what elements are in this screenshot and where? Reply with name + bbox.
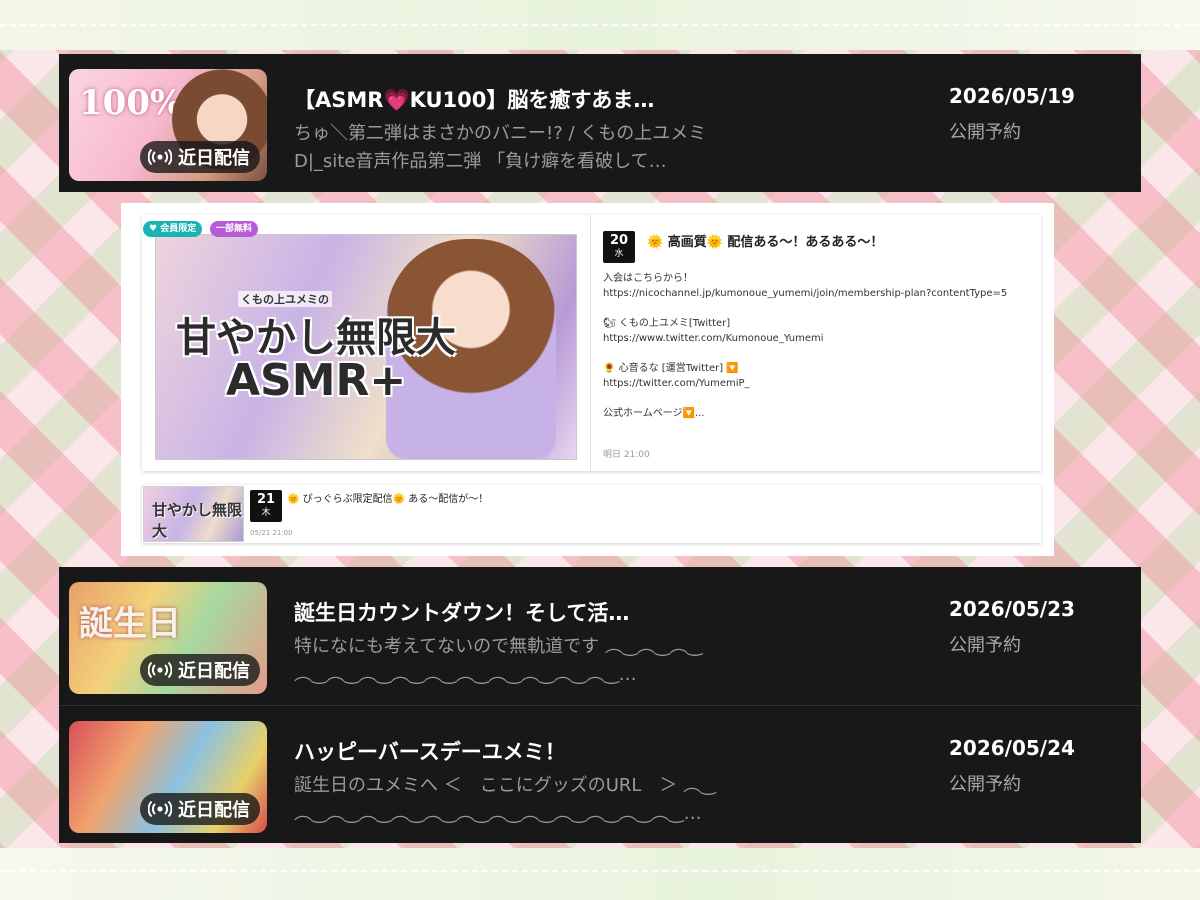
- video-thumbnail[interactable]: 100% 近日配信: [69, 69, 267, 181]
- upcoming-stream-card[interactable]: 甘やかし無限大 21 木 🌞 ぴっぐらぶ限定配信🌞 ある〜配信が〜！ 05/21…: [142, 485, 1041, 543]
- scheduled-date: 2026/05/24: [949, 736, 1075, 760]
- date-weekday: 木: [261, 508, 271, 518]
- scheduled-video-row[interactable]: 近日配信 ハッピーバースデーユメミ！ 誕生日のユメミへ ＜ ここにグッズのURL…: [59, 705, 1141, 844]
- video-description: ちゅ＼第二弾はまさかのバニー!? / くもの上ユメミD|_site音声作品第二弾…: [294, 123, 707, 172]
- live-badge-label: 近日配信: [178, 661, 250, 682]
- scheduled-list-bottom: 誕生日 近日配信 誕生日カウントダウン！そして活… 特になにも考えてないので無軌…: [59, 567, 1141, 843]
- stream-time: 明日 21:00: [603, 450, 650, 460]
- video-title[interactable]: 誕生日カウントダウン！そして活…: [294, 597, 894, 627]
- partially-free-badge: 一部無料: [210, 221, 259, 237]
- upcoming-stream-title[interactable]: 🌞 ぴっぐらぶ限定配信🌞 ある〜配信が〜！: [287, 490, 488, 505]
- scheduled-status: 公開予約: [949, 122, 1021, 143]
- live-badge: 近日配信: [140, 793, 260, 825]
- hero-logo-line2: ASMR+: [226, 355, 407, 406]
- background-decoration-bottom: [0, 848, 1200, 900]
- background-decoration-top: [0, 0, 1200, 50]
- video-description: 特になにも考えてないので無軌道です ︵‿︵‿︵‿︵‿︵‿︵‿︵‿︵‿︵‿︵‿︵‿…: [294, 636, 703, 685]
- card-divider: [590, 215, 591, 471]
- member-only-badge: ♥ 会員限定: [143, 221, 203, 237]
- broadcast-icon: [148, 661, 172, 679]
- embedded-schedule-card: くもの上ユメミの 甘やかし無限大 ASMR+ ♥ 会員限定 一部無料 20 水 …: [121, 203, 1054, 556]
- scheduled-date: 2026/05/23: [949, 597, 1075, 621]
- upcoming-stream-thumbnail[interactable]: 甘やかし無限大: [143, 486, 244, 542]
- video-thumbnail[interactable]: 誕生日 近日配信: [69, 582, 267, 694]
- video-title[interactable]: ハッピーバースデーユメミ！: [294, 736, 894, 766]
- thumbnail-text: 誕生日: [79, 604, 181, 644]
- scheduled-date: 2026/05/19: [949, 84, 1075, 108]
- date-weekday: 水: [614, 249, 624, 259]
- video-description: 誕生日のユメミへ ＜ ここにグッズのURL ＞ ︵‿︵‿︵‿︵‿︵‿︵‿︵‿︵‿…: [294, 775, 716, 824]
- scheduled-video-row[interactable]: 誕生日 近日配信 誕生日カウントダウン！そして活… 特になにも考えてないので無軌…: [59, 567, 1141, 705]
- date-box: 20 水: [603, 231, 635, 263]
- broadcast-icon: [148, 800, 172, 818]
- upcoming-stream-time: 05/21 21:00: [250, 529, 293, 537]
- upcoming-thumbnail-text: 甘やかし無限大: [152, 501, 243, 540]
- featured-stream-thumbnail[interactable]: くもの上ユメミの 甘やかし無限大 ASMR+: [155, 234, 577, 460]
- stream-title[interactable]: 🌞 高画質🌞 配信ある〜！あるある〜！: [647, 231, 883, 250]
- video-title[interactable]: 【ASMR💗KU100】脳を癒すあま…: [294, 84, 894, 114]
- stream-description: 入会はこちらから！ https://nicochannel.jp/kumonou…: [603, 273, 1008, 419]
- date-box: 21 木: [250, 490, 282, 522]
- scheduled-status: 公開予約: [949, 635, 1021, 656]
- live-badge-label: 近日配信: [178, 800, 250, 821]
- member-only-label: 会員限定: [160, 224, 197, 234]
- featured-stream-card[interactable]: くもの上ユメミの 甘やかし無限大 ASMR+ ♥ 会員限定 一部無料 20 水 …: [142, 215, 1041, 471]
- live-badge-label: 近日配信: [178, 148, 250, 169]
- broadcast-icon: [148, 148, 172, 166]
- scheduled-status: 公開予約: [949, 774, 1021, 795]
- scheduled-video-row[interactable]: 100% 近日配信 【ASMR💗KU100】脳を癒すあま… ちゅ＼第二弾はまさか…: [59, 54, 1141, 192]
- date-day: 20: [609, 233, 629, 248]
- date-day: 21: [256, 492, 276, 507]
- live-badge: 近日配信: [140, 654, 260, 686]
- scheduled-list-top: 100% 近日配信 【ASMR💗KU100】脳を癒すあま… ちゅ＼第二弾はまさか…: [59, 54, 1141, 192]
- video-thumbnail[interactable]: 近日配信: [69, 721, 267, 833]
- live-badge: 近日配信: [140, 141, 260, 173]
